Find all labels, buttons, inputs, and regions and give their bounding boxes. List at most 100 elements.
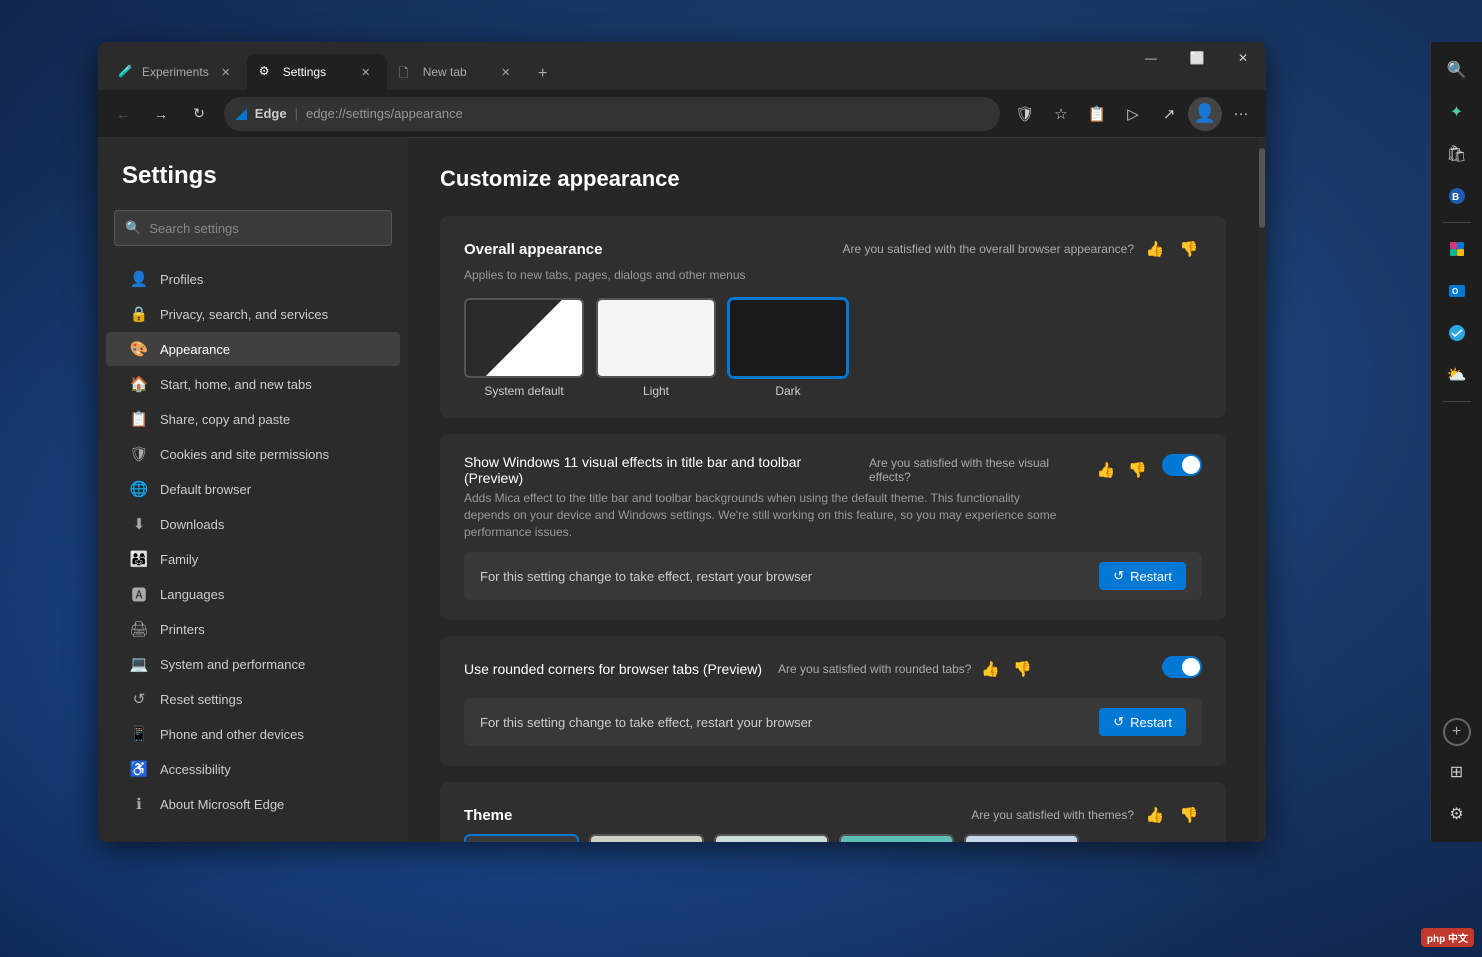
- favorites-button[interactable]: ☆: [1044, 97, 1078, 131]
- theme-feedback-text: Are you satisfied with themes?: [971, 808, 1134, 822]
- minimize-button[interactable]: —: [1128, 42, 1174, 74]
- address-bar[interactable]: ◢ Edge | edge://settings/appearance: [224, 97, 1000, 131]
- thumbs-up-rounded[interactable]: 👍: [977, 656, 1003, 682]
- theme-cool-breeze[interactable]: Cool breeze: [964, 834, 1079, 842]
- read-aloud-button[interactable]: ▷: [1116, 97, 1150, 131]
- overall-appearance-desc: Applies to new tabs, pages, dialogs and …: [464, 268, 1202, 282]
- tab-settings[interactable]: ⚙ Settings ✕: [247, 54, 387, 90]
- theme-icy-mint[interactable]: Icy mint: [714, 834, 829, 842]
- share-button[interactable]: ↗: [1152, 97, 1186, 131]
- visual-effects-restart-text: For this setting change to take effect, …: [480, 569, 812, 584]
- sidebar-item-downloads[interactable]: ⬇ Downloads: [106, 507, 400, 541]
- sidebar-item-phone[interactable]: 📱 Phone and other devices: [106, 717, 400, 751]
- profile-button[interactable]: 👤: [1188, 97, 1222, 131]
- sidebar-item-system[interactable]: 💻 System and performance: [106, 647, 400, 681]
- share-nav-icon: 📋: [130, 410, 148, 428]
- profile-icon: 👤: [1194, 103, 1216, 124]
- experiments-tab-close[interactable]: ✕: [217, 63, 235, 81]
- sidebar-item-accessibility[interactable]: ♿ Accessibility: [106, 752, 400, 786]
- sidebar-office-icon[interactable]: [1437, 229, 1477, 269]
- newtab-tab-close[interactable]: ✕: [497, 63, 515, 81]
- sidebar-weather-icon[interactable]: ⛅: [1437, 355, 1477, 395]
- sidebar-telegram-icon[interactable]: [1437, 313, 1477, 353]
- sidebar-outlook-icon[interactable]: O: [1437, 271, 1477, 311]
- option-light[interactable]: Light: [596, 298, 716, 398]
- light-preview: [596, 298, 716, 378]
- sidebar-discover-icon[interactable]: ✦: [1437, 92, 1477, 132]
- printers-icon: 🖨: [130, 620, 148, 638]
- visual-effects-restart-button[interactable]: ↺ Restart: [1099, 562, 1186, 590]
- tab-newtab[interactable]: 🗋 New tab ✕: [387, 54, 527, 90]
- sidebar-expand-icon[interactable]: ⊞: [1437, 752, 1477, 792]
- sidebar-item-profiles[interactable]: 👤 Profiles: [106, 262, 400, 296]
- thumbs-up-theme[interactable]: 👍: [1142, 802, 1168, 828]
- add-sidebar-item-button[interactable]: +: [1443, 718, 1471, 746]
- system-default-label: System default: [464, 384, 584, 398]
- theme-header: Theme Are you satisfied with themes? 👍 👎: [464, 802, 1202, 828]
- main-scrollbar-thumb[interactable]: [1259, 148, 1265, 228]
- rounded-corners-toggle[interactable]: [1162, 656, 1202, 678]
- search-input[interactable]: [149, 221, 381, 236]
- tab-experiments[interactable]: 🧪 Experiments ✕: [106, 54, 247, 90]
- more-tools-button[interactable]: ···: [1224, 97, 1258, 131]
- sidebar-item-printers[interactable]: 🖨 Printers: [106, 612, 400, 646]
- dark-label: Dark: [728, 384, 848, 398]
- theme-default[interactable]: Default: [464, 834, 579, 842]
- experiments-tab-label: Experiments: [142, 65, 209, 79]
- thumbs-up-visual[interactable]: 👍: [1094, 457, 1119, 483]
- sidebar-item-about[interactable]: ℹ About Microsoft Edge: [106, 787, 400, 821]
- sidebar-item-start[interactable]: 🏠 Start, home, and new tabs: [106, 367, 400, 401]
- visual-effects-toggle[interactable]: [1162, 454, 1202, 476]
- sidebar-search-icon[interactable]: 🔍: [1437, 50, 1477, 90]
- forward-button[interactable]: →: [144, 97, 178, 131]
- maximize-button[interactable]: ⬜: [1174, 42, 1220, 74]
- thumbs-down-overall[interactable]: 👎: [1176, 236, 1202, 262]
- main-scrollbar[interactable]: [1258, 138, 1266, 842]
- theme-island-getaway[interactable]: Island getaway: [839, 834, 954, 842]
- rounded-corners-left: Use rounded corners for browser tabs (Pr…: [464, 656, 1150, 686]
- languages-icon: 🅰: [130, 585, 148, 603]
- search-icon: 🔍: [125, 220, 141, 236]
- sidebar-bing-icon[interactable]: B: [1437, 176, 1477, 216]
- thumbs-up-overall[interactable]: 👍: [1142, 236, 1168, 262]
- appearance-label: Appearance: [160, 342, 230, 357]
- theme-default-preview: [464, 834, 579, 842]
- thumbs-down-rounded[interactable]: 👎: [1009, 656, 1035, 682]
- search-box[interactable]: 🔍: [114, 210, 392, 246]
- refresh-button[interactable]: ↻: [182, 97, 216, 131]
- sidebar-settings-icon[interactable]: ⚙: [1437, 794, 1477, 834]
- sidebar-item-default-browser[interactable]: 🌐 Default browser: [106, 472, 400, 506]
- sidebar-item-cookies[interactable]: 🛡 Cookies and site permissions: [106, 437, 400, 471]
- rounded-restart-icon: ↺: [1113, 714, 1124, 730]
- start-label: Start, home, and new tabs: [160, 377, 312, 392]
- sidebar-title: Settings: [98, 162, 408, 210]
- option-dark[interactable]: Dark: [728, 298, 848, 398]
- thumbs-down-visual[interactable]: 👎: [1125, 457, 1150, 483]
- sidebar-item-privacy[interactable]: 🔒 Privacy, search, and services: [106, 297, 400, 331]
- system-default-bg: [466, 300, 582, 376]
- thumbs-down-theme[interactable]: 👎: [1176, 802, 1202, 828]
- sidebar-item-reset[interactable]: ↺ Reset settings: [106, 682, 400, 716]
- option-system-default[interactable]: System default: [464, 298, 584, 398]
- back-button[interactable]: ←: [106, 97, 140, 131]
- default-browser-label: Default browser: [160, 482, 251, 497]
- collections-button[interactable]: 📋: [1080, 97, 1114, 131]
- sidebar-item-appearance[interactable]: 🎨 Appearance: [106, 332, 400, 366]
- sidebar-item-share[interactable]: 📋 Share, copy and paste: [106, 402, 400, 436]
- new-tab-button[interactable]: +: [527, 58, 559, 90]
- window-controls: — ⬜ ✕: [1128, 42, 1266, 74]
- sidebar-item-languages[interactable]: 🅰 Languages: [106, 577, 400, 611]
- sidebar-shopping-icon[interactable]: 🛍: [1437, 134, 1477, 174]
- rounded-corners-toggle-row: Use rounded corners for browser tabs (Pr…: [464, 656, 1202, 686]
- dark-preview: [728, 298, 848, 378]
- tracking-prevention-button[interactable]: 🛡: [1008, 97, 1042, 131]
- close-button[interactable]: ✕: [1220, 42, 1266, 74]
- settings-tab-label: Settings: [283, 65, 349, 79]
- rounded-corners-restart-button[interactable]: ↺ Restart: [1099, 708, 1186, 736]
- languages-label: Languages: [160, 587, 224, 602]
- rounded-corners-feedback-text: Are you satisfied with rounded tabs?: [778, 662, 971, 676]
- settings-tab-close[interactable]: ✕: [357, 63, 375, 81]
- theme-morning-fog[interactable]: Morning fog: [589, 834, 704, 842]
- sidebar-item-family[interactable]: 👨‍👩‍👧 Family: [106, 542, 400, 576]
- cookies-label: Cookies and site permissions: [160, 447, 329, 462]
